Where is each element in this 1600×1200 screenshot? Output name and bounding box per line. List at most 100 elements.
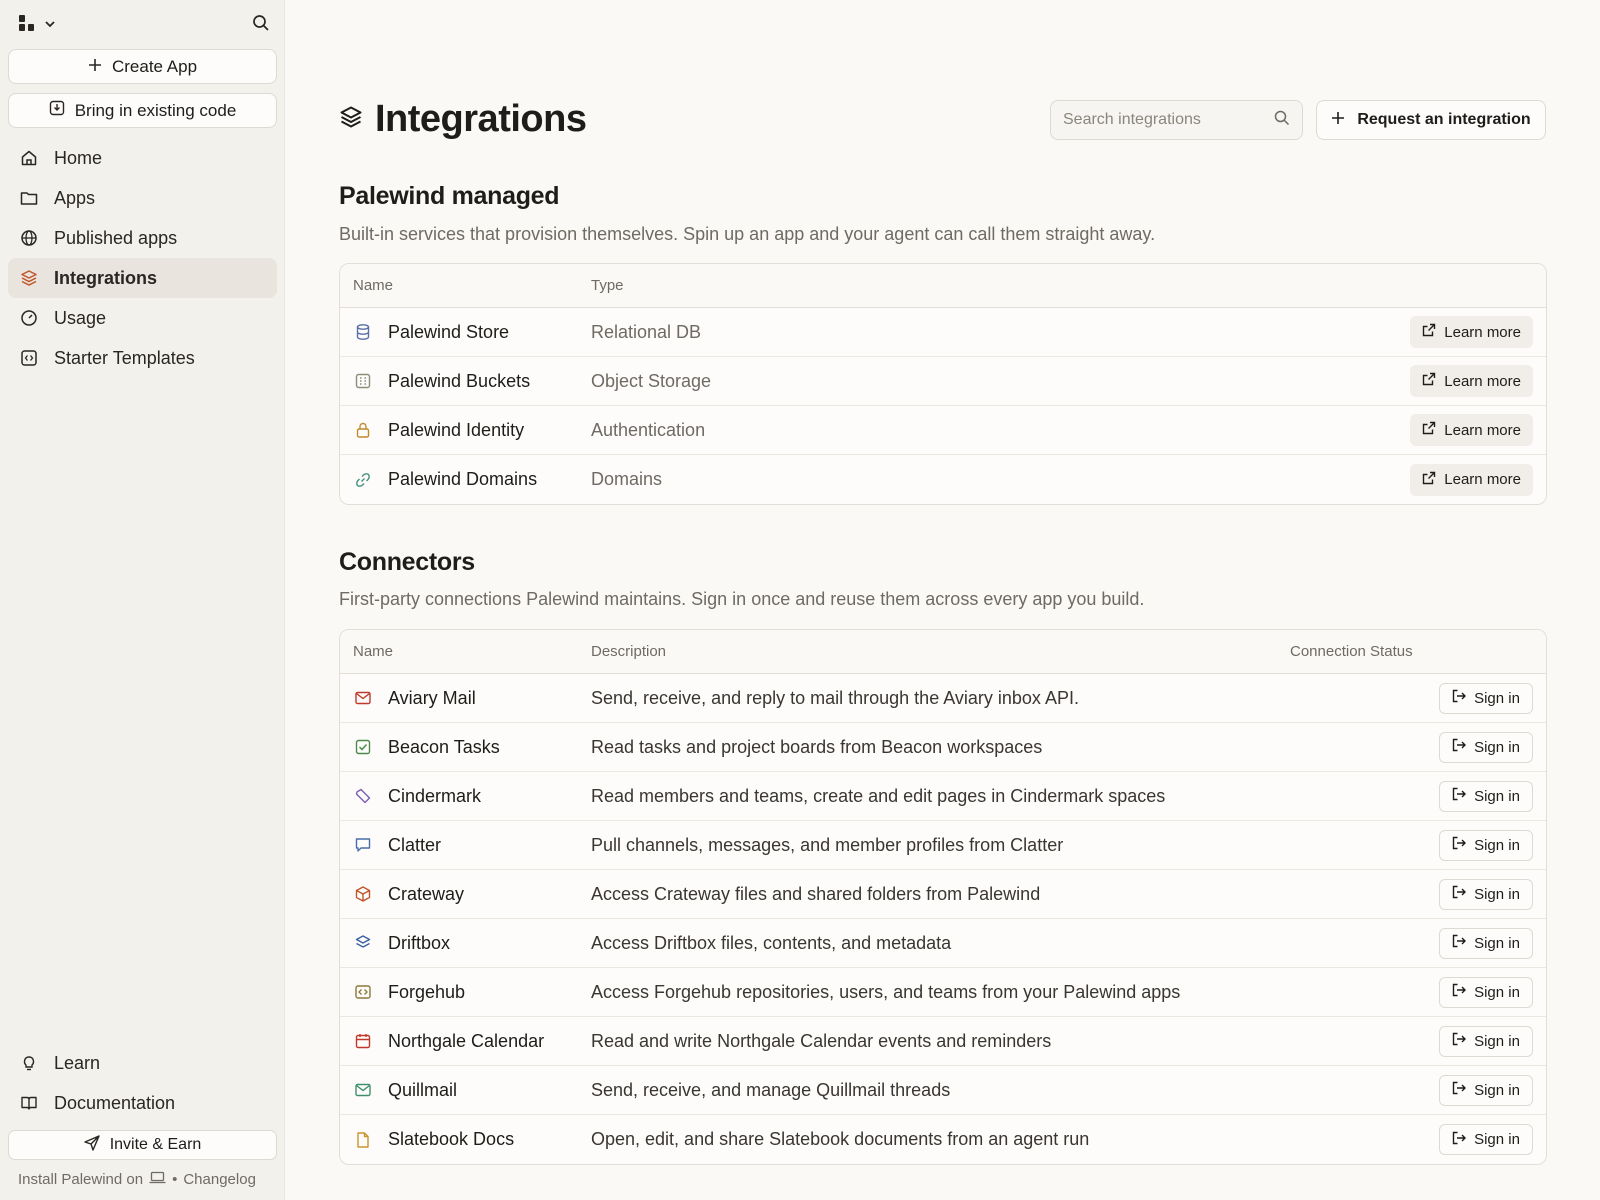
book-icon bbox=[20, 1094, 38, 1112]
layers-icon bbox=[20, 269, 38, 287]
footer-separator: • bbox=[172, 1171, 178, 1188]
sign-in-label: Sign in bbox=[1474, 934, 1520, 952]
bring-existing-code-button[interactable]: Bring in existing code bbox=[8, 93, 277, 128]
table-row: Palewind Buckets Object Storage Learn mo… bbox=[340, 357, 1546, 406]
external-link-icon bbox=[1422, 471, 1436, 489]
sign-in-button[interactable]: Sign in bbox=[1439, 878, 1533, 910]
row-description: Access Crateway files and shared folders… bbox=[591, 883, 1041, 904]
sign-in-icon bbox=[1452, 1131, 1467, 1149]
connectors-section-subtitle: First-party connections Palewind maintai… bbox=[339, 589, 1145, 609]
search-integrations-field[interactable] bbox=[1050, 100, 1303, 140]
create-app-button[interactable]: Create App bbox=[8, 49, 277, 84]
row-name-cell: Clatter bbox=[353, 835, 441, 856]
connectors-table: Name Description Connection Status Aviar… bbox=[339, 629, 1547, 1165]
sign-in-button[interactable]: Sign in bbox=[1439, 682, 1533, 714]
sidebar-item-label: Starter Templates bbox=[54, 347, 195, 368]
row-name-cell: Crateway bbox=[353, 884, 464, 905]
bucket-icon bbox=[353, 371, 373, 391]
request-integration-button[interactable]: Request an integration bbox=[1316, 100, 1546, 140]
sidebar-item-starter-templates[interactable]: Starter Templates bbox=[8, 338, 277, 378]
sign-in-label: Sign in bbox=[1474, 1081, 1520, 1099]
sign-in-button[interactable]: Sign in bbox=[1439, 1074, 1533, 1106]
sign-in-icon bbox=[1452, 885, 1467, 903]
sign-in-icon bbox=[1452, 1032, 1467, 1050]
chat-icon bbox=[353, 835, 373, 855]
calendar-icon bbox=[353, 1031, 373, 1051]
table-header: Name Description Connection Status bbox=[340, 630, 1546, 674]
sidebar-item-documentation[interactable]: Documentation bbox=[8, 1083, 277, 1123]
row-name: Palewind Store bbox=[388, 321, 510, 342]
row-name: Beacon Tasks bbox=[388, 736, 500, 757]
install-link[interactable]: Install Palewind on bbox=[18, 1171, 143, 1188]
doc-icon bbox=[353, 1130, 373, 1150]
row-description: Read and write Northgale Calendar events… bbox=[591, 1030, 1052, 1051]
table-row: Forgehub Access Forgehub repositories, u… bbox=[340, 968, 1546, 1017]
column-header-description: Description bbox=[591, 643, 667, 660]
table-row: Palewind Identity Authentication Learn m… bbox=[340, 406, 1546, 455]
sign-in-button[interactable]: Sign in bbox=[1439, 829, 1533, 861]
sign-in-button[interactable]: Sign in bbox=[1439, 976, 1533, 1008]
sign-in-icon bbox=[1452, 689, 1467, 707]
workspace-logo-icon bbox=[18, 14, 38, 37]
learn-more-button[interactable]: Learn more bbox=[1410, 365, 1533, 397]
column-header-type: Type bbox=[591, 277, 624, 294]
send-icon bbox=[83, 1134, 100, 1156]
sidebar-item-learn[interactable]: Learn bbox=[8, 1043, 277, 1083]
table-row: Aviary Mail Send, receive, and reply to … bbox=[340, 674, 1546, 723]
invite-earn-button[interactable]: Invite & Earn bbox=[8, 1130, 277, 1160]
sidebar-item-label: Published apps bbox=[54, 227, 178, 248]
table-row: Palewind Store Relational DB Learn more bbox=[340, 308, 1546, 357]
sidebar-item-usage[interactable]: Usage bbox=[8, 298, 277, 338]
table-row: Beacon Tasks Read tasks and project boar… bbox=[340, 723, 1546, 772]
row-description: Access Forgehub repositories, users, and… bbox=[591, 981, 1181, 1002]
table-row: Palewind Domains Domains Learn more bbox=[340, 455, 1546, 504]
sidebar-item-label: Usage bbox=[54, 307, 107, 328]
row-description: Read members and teams, create and edit … bbox=[591, 785, 1166, 806]
column-header-name: Name bbox=[353, 643, 394, 660]
external-link-icon bbox=[1422, 421, 1436, 439]
sign-in-button[interactable]: Sign in bbox=[1439, 731, 1533, 763]
search-input[interactable] bbox=[1063, 111, 1274, 129]
sign-in-label: Sign in bbox=[1474, 885, 1520, 903]
learn-more-button[interactable]: Learn more bbox=[1410, 414, 1533, 446]
sign-in-label: Sign in bbox=[1474, 836, 1520, 854]
sidebar-footer: Install Palewind on • Changelog bbox=[18, 1171, 256, 1188]
row-name-cell: Palewind Domains bbox=[353, 469, 537, 490]
row-description: Read tasks and project boards from Beaco… bbox=[591, 736, 1043, 757]
table-row: Crateway Access Crateway files and share… bbox=[340, 870, 1546, 919]
row-name: Slatebook Docs bbox=[388, 1129, 515, 1149]
home-icon bbox=[20, 149, 38, 167]
sidebar-item-published-apps[interactable]: Published apps bbox=[8, 218, 277, 258]
mail-icon bbox=[353, 688, 373, 708]
row-name-cell: Quillmail bbox=[353, 1080, 457, 1101]
request-label: Request an integration bbox=[1357, 111, 1531, 128]
changelog-link[interactable]: Changelog bbox=[183, 1171, 256, 1188]
layers-icon bbox=[353, 933, 373, 953]
plus-icon bbox=[1331, 111, 1345, 130]
sidebar-item-label: Home bbox=[54, 147, 103, 168]
invite-label: Invite & Earn bbox=[109, 1136, 202, 1153]
table-header: Name Type bbox=[340, 264, 1546, 308]
learn-more-button[interactable]: Learn more bbox=[1410, 463, 1533, 496]
search-icon[interactable] bbox=[252, 14, 270, 37]
sidebar-item-label: Learn bbox=[54, 1052, 101, 1073]
row-name: Palewind Buckets bbox=[388, 370, 531, 391]
sign-in-button[interactable]: Sign in bbox=[1439, 927, 1533, 959]
template-icon bbox=[20, 349, 38, 367]
globe-icon bbox=[20, 229, 38, 247]
tag-icon bbox=[353, 786, 373, 806]
row-name-cell: Palewind Store bbox=[353, 322, 509, 343]
plus-icon bbox=[88, 57, 102, 77]
search-icon bbox=[1274, 110, 1290, 131]
table-row: Quillmail Send, receive, and manage Quil… bbox=[340, 1066, 1546, 1115]
sidebar-item-home[interactable]: Home bbox=[8, 138, 277, 178]
sign-in-button[interactable]: Sign in bbox=[1439, 780, 1533, 812]
sidebar-item-integrations[interactable]: Integrations bbox=[8, 258, 277, 298]
learn-more-button[interactable]: Learn more bbox=[1410, 316, 1533, 348]
sign-in-button[interactable]: Sign in bbox=[1439, 1025, 1533, 1057]
row-name: Northgale Calendar bbox=[388, 1030, 545, 1051]
row-name-cell: Palewind Buckets bbox=[353, 371, 530, 392]
workspace-switcher[interactable] bbox=[18, 14, 56, 37]
sidebar-item-apps[interactable]: Apps bbox=[8, 178, 277, 218]
sign-in-button[interactable]: Sign in bbox=[1439, 1124, 1533, 1155]
